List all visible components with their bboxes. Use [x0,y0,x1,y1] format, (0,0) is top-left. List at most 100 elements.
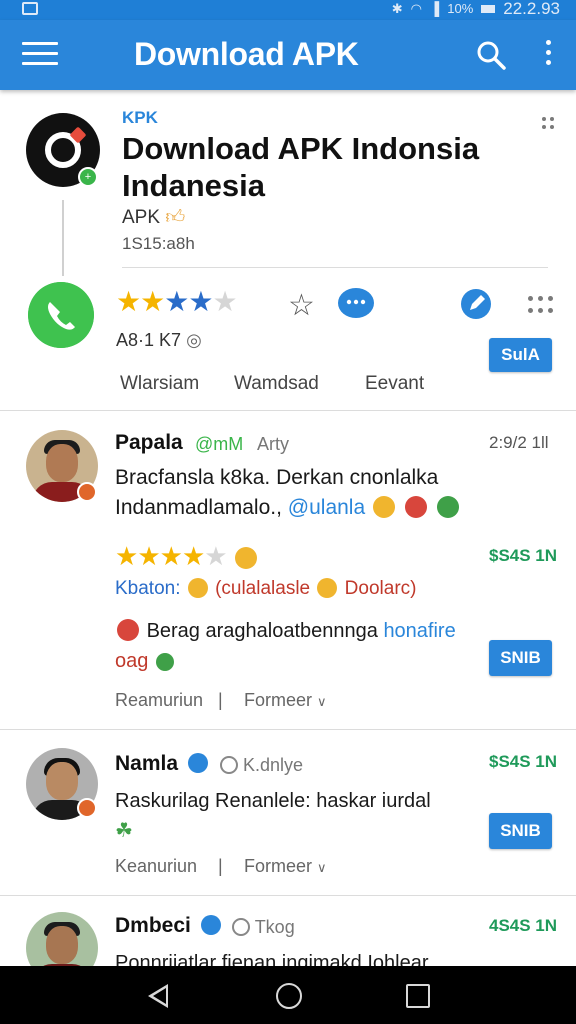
star-empty-icon: ★ [212,286,237,317]
review-author-name[interactable]: Papala [115,431,183,455]
header-action-button[interactable]: SulA [489,338,552,372]
edit-icon[interactable] [460,288,492,320]
avatar-badge-icon [77,482,97,502]
header-subtitle-text: APK [122,207,161,228]
header-rating-stars: ★★★★★ [116,285,238,318]
review-detail-red: (culalalasle [215,578,311,599]
app-bar-title: Download APK [134,36,359,72]
review-price: $S4S 1N [489,546,558,565]
review-action-button[interactable]: SNIB [489,813,552,849]
grin-emoji-icon [187,578,208,598]
rating-count: A8·1 K7 ◎ [116,330,202,351]
tab-1[interactable]: Wlarsiam [120,373,199,395]
app-logo[interactable]: + [26,113,100,187]
leaf-emoji-icon: ☘ [115,820,133,842]
review-footer-left[interactable]: Reamuriun [115,690,203,711]
review-date: 2:9/2 1ll [489,433,549,452]
section-divider [0,410,576,411]
review-divider [0,895,576,896]
more-vert-icon[interactable] [540,40,556,70]
review-detail-prefix: Kbaton: [115,578,181,599]
review-action-button[interactable]: SNIB [489,640,552,676]
gallery-notification-icon [22,2,38,15]
connector-line [62,200,64,276]
footer-separator: | [218,856,223,876]
review-author-sub-text: Tkog [254,917,295,937]
review-text-line-1: Raskurilag Renanlele: haskar iurdal [115,790,431,812]
review-detail-red-2: Doolarc) [344,578,417,599]
chevron-down-icon: ∨ [317,860,327,875]
apps-grid-icon[interactable] [528,296,554,320]
drag-handle-icon[interactable] [542,117,556,131]
search-icon[interactable] [476,40,506,70]
review-footer-left[interactable]: Keanuriun [115,856,197,877]
star-icon: ★ [164,286,189,317]
turtle-emoji-icon [155,653,174,671]
header-divider [122,267,548,268]
review-text-line-1: Bracfansla k8ka. Derkan cnonlalka [115,466,439,489]
back-icon[interactable] [148,984,168,1008]
mention-link[interactable]: @ulanla [288,496,365,519]
review-text-line-2: Indanmadlamalo., @ulanla [115,493,555,523]
bluetooth-icon: ✱ [391,1,403,16]
header-kicker: KPK [122,108,158,127]
signal-icon: ▐ [430,1,440,16]
review-author-sub: Tkog [228,917,295,938]
party-emoji-icon [404,496,427,518]
star-half-icon: ★ [188,286,213,317]
review-author-name-text: Namla [115,752,179,775]
review-author-name-text: Dmbeci [115,914,191,937]
header-title: Download APK Indonsia Indanesia [122,131,480,203]
status-bar: ✱ ◠ ▐ 10% 22.2.93 [0,0,576,20]
review-footer-right[interactable]: Formeer ∨ [244,690,327,711]
smiling-emoji-icon [373,496,395,518]
review-price: 4S4S 1N [489,916,558,935]
review-author-tag: @mM [195,434,244,454]
system-nav-bar [0,966,576,1024]
review-extra-text: Berag araghaloatbennnga honafire oag [115,616,485,676]
review-text-line-2-text: Indanmadlamalo., [115,496,282,519]
globe-icon: ◎ [186,330,202,350]
thumbs-up-icon: 👍︎ [165,207,186,228]
star-icon: ★ [116,286,141,317]
review-divider [0,729,576,730]
review-author-sub: K.dnlye [216,755,303,776]
tab-2[interactable]: Wamdsad [234,373,319,395]
chevron-down-icon: ∨ [317,694,327,709]
turtle-emoji-icon [436,496,459,518]
review-rating-stars: ★★★★★ [115,541,259,572]
battery-icon [481,5,496,13]
review-extra-link[interactable]: honafire [383,620,455,642]
header-subtitle: APK 👍︎ [122,206,185,229]
review-author-name[interactable]: Namla [115,752,208,776]
menu-icon[interactable] [22,42,58,68]
review-extra-line-1-text: Berag araghaloatbennnga [146,620,378,642]
whatsapp-icon[interactable] [28,282,94,348]
rating-count-text: A8·1 K7 [116,330,182,350]
status-bar-right: ✱ ◠ ▐ 10% 22.2.93 [391,0,560,17]
wifi-icon: ◠ [410,1,423,16]
review-text: Raskurilag Renanlele: haskar iurdal ☘ [115,786,495,846]
face-outline-icon [220,756,238,774]
chat-icon[interactable] [338,288,374,318]
header-meta: 1S15:a8h [122,234,195,253]
review-author-sub-text: K.dnlye [243,755,304,775]
review-footer-right-text: Formeer [244,856,313,876]
review-author-name[interactable]: Dmbeci [115,914,221,938]
review-footer-right[interactable]: Formeer ∨ [244,856,327,877]
verified-icon [187,753,208,773]
battery-percent: 10% [447,1,474,16]
star-icon: ★ [140,286,165,317]
face-outline-icon [232,918,250,936]
tab-3[interactable]: Eevant [365,373,424,395]
footer-separator: | [218,690,223,710]
home-icon[interactable] [276,983,302,1009]
recent-apps-icon[interactable] [406,984,430,1008]
review-text: Bracfansla k8ka. Derkan cnonlalka Indanm… [115,463,555,523]
review-footer-right-text: Formeer [244,690,313,710]
add-badge-icon: + [78,167,98,187]
favorite-star-icon[interactable]: ☆ [288,288,315,323]
app-bar: Download APK [0,20,576,90]
face-emoji-icon [317,578,338,598]
blushing-emoji-icon [234,547,257,569]
